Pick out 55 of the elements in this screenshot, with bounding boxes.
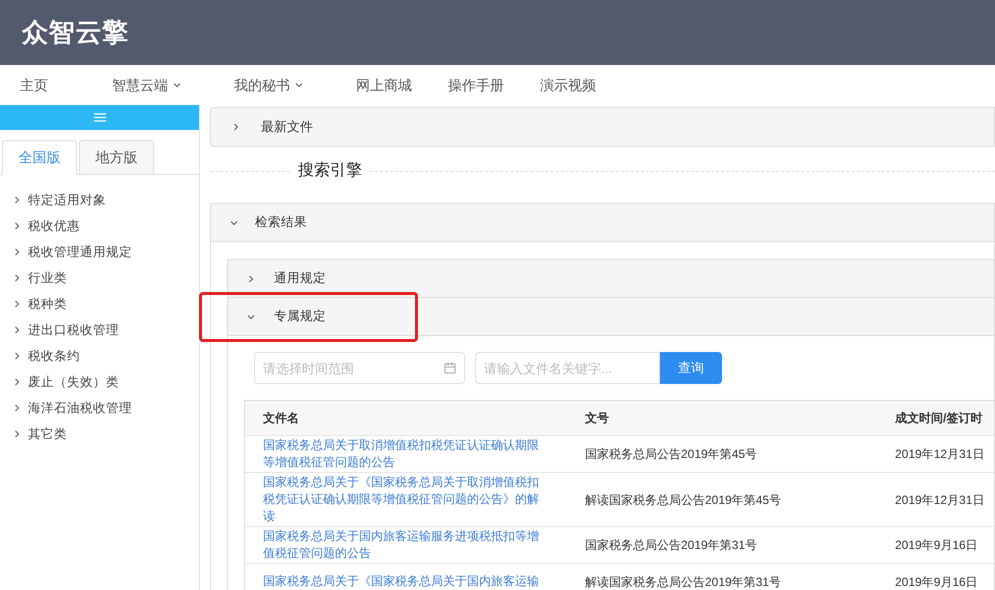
chevron-right-icon — [231, 122, 241, 132]
chevron-right-icon — [12, 377, 22, 387]
chevron-right-icon — [12, 429, 22, 439]
chevron-right-icon — [12, 221, 22, 231]
table-cell-text: 2019年12月31日 — [894, 446, 986, 463]
nav-link[interactable]: 主页 — [20, 74, 88, 96]
nav-link[interactable]: 我的秘书 — [234, 74, 356, 96]
table-cell-text: 2019年9月16日 — [894, 537, 979, 554]
chevron-right-icon — [12, 299, 22, 309]
chevron-right-icon — [12, 195, 22, 205]
column-header: 文件名 — [262, 410, 300, 427]
sidebar-tab[interactable]: 地方版 — [79, 140, 154, 175]
collapse-header[interactable]: 专属规定 — [228, 298, 994, 336]
menu-icon — [94, 113, 106, 122]
table-cell-text: 解读国家税务总局公告2019年第31号 — [584, 574, 782, 590]
collapse-header[interactable]: 通用规定 — [228, 260, 994, 298]
chevron-right-icon — [12, 325, 22, 335]
table-cell-text: 2019年12月31日 — [894, 492, 986, 508]
keyword-field[interactable]: 请输入文件名关键字... — [475, 352, 660, 384]
collapse-header[interactable]: 检索结果 — [211, 204, 994, 242]
tree-item[interactable]: 海洋石油税收管理 — [12, 395, 199, 421]
document-link[interactable]: 国家税务总局关于《国家税务总局关于国内旅客运输 — [245, 573, 567, 590]
nav-link[interactable]: 演示视频 — [540, 74, 608, 96]
column-header: 成文时间/签订时 — [894, 410, 984, 427]
tree-item[interactable]: 特定适用对象 — [12, 187, 199, 213]
date-range-field[interactable]: 请选择时间范围 — [254, 352, 465, 384]
table-cell-text: 2019年9月16日 — [894, 574, 979, 590]
document-link[interactable]: 国家税务总局关于国内旅客运输服务进项税抵扣等增值税征管问题的公告 — [245, 528, 567, 562]
table-cell-text: 国家税务总局公告2019年第31号 — [584, 537, 758, 554]
chevron-right-icon — [12, 273, 22, 283]
tree-item[interactable]: 废止（失效）类 — [12, 369, 199, 395]
menu-toggle-button[interactable] — [0, 105, 199, 130]
chevron-right-icon — [12, 247, 22, 257]
column-header: 文号 — [584, 410, 610, 427]
tree-item[interactable]: 税种类 — [12, 291, 199, 317]
chevron-right-icon — [246, 274, 256, 284]
tree-item[interactable]: 税收管理通用规定 — [12, 239, 199, 265]
chevron-right-icon — [12, 403, 22, 413]
document-link[interactable]: 国家税务总局关于《国家税务总局关于取消增值税扣税凭证认证确认期限等增值税征管问题的公告》的解读 — [245, 474, 567, 525]
collapse-header[interactable]: 最新文件 — [210, 107, 995, 147]
tree-item[interactable]: 行业类 — [12, 265, 199, 291]
tree-item[interactable]: 其它类 — [12, 421, 199, 447]
table-cell-text: 国家税务总局公告2019年第45号 — [584, 446, 758, 463]
calendar-icon — [444, 362, 456, 374]
tree-item[interactable]: 进出口税收管理 — [12, 317, 199, 343]
table-cell-text: 解读国家税务总局公告2019年第45号 — [584, 492, 782, 508]
document-link[interactable]: 国家税务总局关于取消增值税扣税凭证认证确认期限等增值税征管问题的公告 — [245, 437, 567, 471]
logo[interactable]: 众智云擎 — [22, 13, 129, 52]
nav-link[interactable]: 操作手册 — [448, 74, 516, 96]
nav-link[interactable]: 网上商城 — [356, 74, 424, 96]
tree-item[interactable]: 税收条约 — [12, 343, 199, 369]
chevron-right-icon — [12, 351, 22, 361]
tree-item[interactable]: 税收优惠 — [12, 213, 199, 239]
nav-link[interactable]: 智慧云端 — [112, 74, 234, 96]
section-title: 搜索引擎 — [297, 160, 363, 181]
